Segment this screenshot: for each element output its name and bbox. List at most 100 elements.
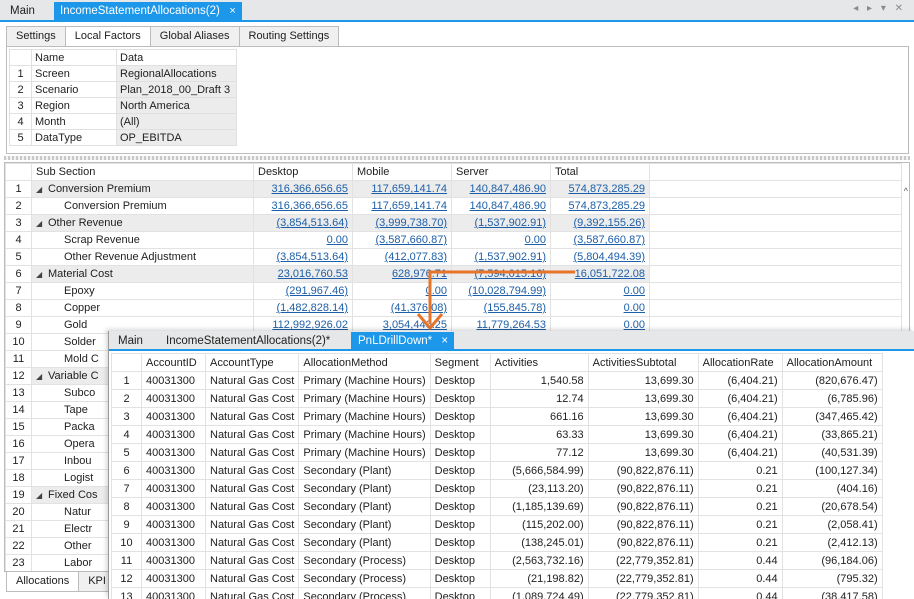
tab-main[interactable]: Main xyxy=(4,2,41,20)
allocation-amount-cell: (795.32) xyxy=(781,569,883,588)
drilldown-link[interactable]: (3,587,660.87) xyxy=(573,234,645,246)
column-header-account-id[interactable]: AccountID xyxy=(141,353,206,372)
sub-section-cell[interactable]: ◢ Conversion Premium xyxy=(31,180,254,198)
row-number: 3 xyxy=(5,214,32,232)
scroll-up-icon[interactable]: ^ xyxy=(904,186,908,196)
factor-value[interactable]: Plan_2018_00_Draft 3 xyxy=(116,81,237,98)
tab-main[interactable]: Main xyxy=(111,332,150,351)
drilldown-link[interactable]: 140,847,486.90 xyxy=(470,183,546,195)
sub-section-cell[interactable]: ◢ Other Revenue xyxy=(31,214,254,232)
column-header-allocation-method[interactable]: AllocationMethod xyxy=(298,353,431,372)
column-header-desktop[interactable]: Desktop xyxy=(253,163,353,181)
column-header-total[interactable]: Total xyxy=(550,163,650,181)
column-header-name[interactable]: Name xyxy=(31,49,117,66)
drilldown-link[interactable]: 0.00 xyxy=(624,285,645,297)
row-number: 13 xyxy=(5,384,32,402)
sub-section-label: Copper xyxy=(64,302,101,314)
collapse-caret-icon[interactable]: ◢ xyxy=(36,185,48,194)
allocation-method-cell: Primary (Machine Hours) xyxy=(298,443,431,462)
settings-tab-strip: Settings Local Factors Global Aliases Ro… xyxy=(6,26,340,46)
tab-routing-settings[interactable]: Routing Settings xyxy=(238,26,340,46)
drilldown-link[interactable]: (1,537,902.91) xyxy=(474,217,546,229)
drilldown-link[interactable]: (3,854,513.64) xyxy=(276,217,348,229)
drilldown-link[interactable]: (291,967.46) xyxy=(286,285,348,297)
drilldown-link[interactable]: 574,873,285.29 xyxy=(569,183,645,195)
table-row: 6 40031300 Natural Gas Cost Secondary (Plan… xyxy=(111,461,883,480)
drilldown-link[interactable]: 117,659,141.74 xyxy=(371,183,447,195)
row-number: 19 xyxy=(5,486,32,504)
drilldown-link[interactable]: (3,587,660.87) xyxy=(375,234,447,246)
drilldown-link[interactable]: 0.00 xyxy=(327,234,348,246)
tab-overflow-controls[interactable]: ◂ ▸ ▾ ✕ xyxy=(853,3,906,14)
tab-income-statement-allocations[interactable]: IncomeStatementAllocations(2)* xyxy=(159,332,337,351)
column-header-activities[interactable]: Activities xyxy=(489,353,589,372)
collapse-caret-icon[interactable]: ◢ xyxy=(36,270,48,279)
drilldown-link[interactable]: 140,847,486.90 xyxy=(470,200,546,212)
factor-value[interactable]: North America xyxy=(116,97,237,114)
value-cell: (3,587,660.87) xyxy=(550,231,650,249)
tab-global-aliases[interactable]: Global Aliases xyxy=(149,26,240,46)
collapse-caret-icon[interactable]: ◢ xyxy=(36,491,48,500)
drilldown-link[interactable]: 112,992,926.02 xyxy=(272,319,348,331)
collapse-caret-icon[interactable]: ◢ xyxy=(36,372,48,381)
row-number: 10 xyxy=(111,533,142,552)
tab-label: PnLDrillDown* xyxy=(358,335,433,347)
tab-local-factors[interactable]: Local Factors xyxy=(64,26,151,46)
drilldown-link[interactable]: 0.00 xyxy=(624,319,645,331)
row-number: 13 xyxy=(111,587,142,599)
column-header-allocation-amount[interactable]: AllocationAmount xyxy=(781,353,883,372)
drilldown-link[interactable]: 117,659,141.74 xyxy=(371,200,447,212)
factor-value[interactable]: (All) xyxy=(116,113,237,130)
tab-settings[interactable]: Settings xyxy=(6,26,66,46)
value-cell: (3,854,513.64) xyxy=(253,214,353,232)
column-header-data[interactable]: Data xyxy=(116,49,237,66)
collapse-caret-icon[interactable]: ◢ xyxy=(36,219,48,228)
account-type-cell: Natural Gas Cost xyxy=(204,407,300,426)
drilldown-link[interactable]: 574,873,285.29 xyxy=(569,200,645,212)
activities-cell: (23,113.20) xyxy=(489,479,589,498)
allocation-method-cell: Secondary (Process) xyxy=(298,551,431,570)
drilldown-link[interactable]: (1,482,828.14) xyxy=(276,302,348,314)
drilldown-link[interactable]: 23,016,760.53 xyxy=(278,268,348,280)
account-type-cell: Natural Gas Cost xyxy=(204,461,300,480)
column-header-allocation-rate[interactable]: AllocationRate xyxy=(697,353,783,372)
drilldown-link[interactable]: (5,804,494.39) xyxy=(573,251,645,263)
column-header-sub-section[interactable]: Sub Section xyxy=(31,163,254,181)
column-header-segment[interactable]: Segment xyxy=(429,353,491,372)
factor-value[interactable]: OP_EBITDA xyxy=(116,129,237,146)
drilldown-link[interactable]: (3,854,513.64) xyxy=(276,251,348,263)
drilldown-link[interactable]: 316,366,656.65 xyxy=(272,183,348,195)
table-row: 9 40031300 Natural Gas Cost Secondary (Plan… xyxy=(111,515,883,534)
account-type-cell: Natural Gas Cost xyxy=(204,533,300,552)
table-row: 12 40031300 Natural Gas Cost Secondary (Pro… xyxy=(111,569,883,588)
column-header-mobile[interactable]: Mobile xyxy=(352,163,452,181)
account-id-cell: 40031300 xyxy=(141,389,206,408)
drilldown-link[interactable]: 16,051,722.08 xyxy=(575,268,645,280)
column-header-activities-subtotal[interactable]: ActivitiesSubtotal xyxy=(587,353,699,372)
allocation-rate-cell: 0.44 xyxy=(697,587,783,599)
row-number: 1 xyxy=(5,180,32,198)
column-header-account-type[interactable]: AccountType xyxy=(204,353,300,372)
sub-section-cell[interactable]: ◢ Material Cost xyxy=(31,265,254,283)
segment-cell: Desktop xyxy=(429,497,491,516)
tab-income-statement-allocations[interactable]: IncomeStatementAllocations(2) × xyxy=(54,2,242,20)
table-row: 3 40031300 Natural Gas Cost Primary (Machin… xyxy=(111,407,883,426)
value-cell: (3,587,660.87) xyxy=(352,231,452,249)
tab-allocations[interactable]: Allocations xyxy=(6,572,80,592)
sub-section-label: Fixed Cos xyxy=(48,489,98,501)
drilldown-link[interactable]: 316,366,656.65 xyxy=(272,200,348,212)
drilldown-link[interactable]: (9,392,155.26) xyxy=(573,217,645,229)
row-number: 12 xyxy=(111,569,142,588)
account-type-cell: Natural Gas Cost xyxy=(204,497,300,516)
allocation-rate-cell: (6,404.21) xyxy=(697,407,783,426)
tab-pnl-drilldown[interactable]: PnLDrillDown* × xyxy=(351,332,455,351)
drilldown-link[interactable]: 0.00 xyxy=(624,302,645,314)
factor-value[interactable]: RegionalAllocations xyxy=(116,65,237,82)
panel-splitter[interactable] xyxy=(4,156,910,160)
row-number: 7 xyxy=(5,282,32,300)
drilldown-link[interactable]: (3,999,738.70) xyxy=(375,217,447,229)
close-icon[interactable]: × xyxy=(229,2,235,20)
column-header-server[interactable]: Server xyxy=(451,163,551,181)
close-icon[interactable]: × xyxy=(441,332,448,351)
drilldown-link[interactable]: 0.00 xyxy=(525,234,546,246)
